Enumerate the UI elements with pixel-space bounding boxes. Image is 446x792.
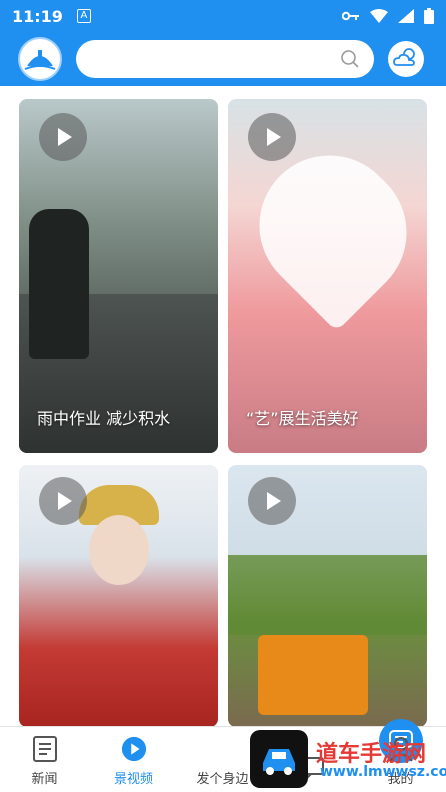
- nav-video[interactable]: 景视频: [89, 727, 178, 792]
- app-logo[interactable]: [18, 37, 62, 81]
- card-caption: “艺”展生活美好: [246, 409, 359, 428]
- card-thumbnail-face: [89, 515, 149, 585]
- nav-video-label: 景视频: [113, 772, 153, 787]
- nav-news[interactable]: 新闻: [0, 727, 89, 792]
- search-icon[interactable]: [340, 49, 360, 73]
- nav-news-label: 新闻: [31, 772, 58, 787]
- play-circle-icon: [121, 736, 147, 762]
- card-thumbnail: [228, 555, 427, 635]
- app-header: [0, 32, 446, 86]
- status-icons: [342, 8, 434, 24]
- nav-post-label: 发个身边: [196, 772, 249, 787]
- news-icon: [32, 736, 58, 762]
- play-icon[interactable]: [248, 113, 296, 161]
- card-thumbnail-truck: [258, 635, 368, 715]
- status-bar: 11:19 A: [0, 0, 446, 32]
- watermark-car-icon: [250, 730, 308, 788]
- wifi-icon: [370, 9, 388, 23]
- play-icon[interactable]: [39, 477, 87, 525]
- watermark: 道车手游网 www.lmwwsz.com: [250, 730, 446, 788]
- key-icon: [342, 10, 360, 22]
- battery-icon: [424, 8, 434, 24]
- video-card[interactable]: [19, 465, 218, 726]
- search-input[interactable]: [76, 40, 374, 78]
- play-icon[interactable]: [39, 113, 87, 161]
- video-card[interactable]: 雨中作业 减少积水: [19, 99, 218, 453]
- video-card[interactable]: “艺”展生活美好: [228, 99, 427, 453]
- video-grid: 雨中作业 减少积水 “艺”展生活美好: [0, 86, 446, 726]
- video-card[interactable]: [228, 465, 427, 726]
- a-icon: A: [76, 9, 91, 23]
- status-time: 11:19: [12, 6, 63, 26]
- watermark-url: www.lmwwsz.com: [320, 764, 446, 780]
- card-thumbnail-figure: [29, 209, 89, 359]
- signal-icon: [398, 9, 414, 23]
- play-icon[interactable]: [248, 477, 296, 525]
- weather-icon: [393, 46, 419, 72]
- card-caption: 雨中作业 减少积水: [37, 409, 171, 428]
- weather-button[interactable]: [388, 41, 424, 77]
